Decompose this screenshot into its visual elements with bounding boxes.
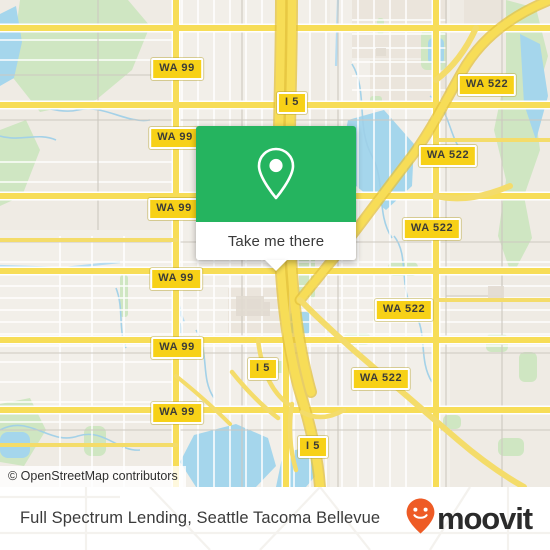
map-canvas[interactable]: WA 99 I 5 WA 522 WA 99 WA 522 WA 99 WA 522 WA 9… [0, 0, 550, 487]
map-screenshot-root: WA 99 I 5 WA 522 WA 99 WA 522 WA 99 WA 522 WA 9… [0, 0, 550, 550]
road-shield: WA 522 [418, 145, 478, 167]
road-shield: WA 99 [148, 198, 200, 220]
road-shield: WA 522 [374, 299, 434, 321]
card-pointer-tail [265, 260, 287, 271]
take-me-there-label: Take me there [227, 232, 325, 250]
road-shield: WA 99 [151, 337, 203, 359]
moovit-pin-smiley-icon [405, 497, 436, 540]
page-title: Full Spectrum Lending, Seattle Tacoma Be… [20, 509, 381, 527]
moovit-brand[interactable]: moovit [405, 497, 533, 540]
card-accent-panel [196, 126, 356, 222]
road-shield: WA 99 [151, 402, 203, 424]
road-shield: WA 99 [151, 58, 203, 80]
road-shield: WA 522 [402, 218, 462, 240]
road-shield: WA 99 [149, 127, 201, 149]
take-me-there-card[interactable]: Take me there [196, 126, 356, 271]
road-shield: I 5 [247, 358, 279, 380]
road-shield: I 5 [297, 436, 329, 458]
road-shield: WA 99 [150, 268, 202, 290]
map-attribution[interactable]: © OpenStreetMap contributors [0, 466, 186, 487]
footer-bar: Full Spectrum Lending, Seattle Tacoma Be… [0, 487, 550, 550]
location-pin-icon [254, 146, 298, 202]
road-shield: WA 522 [457, 74, 517, 96]
card-action-row[interactable]: Take me there [196, 222, 356, 271]
road-shield: WA 522 [351, 368, 411, 390]
moovit-wordmark: moovit [436, 501, 533, 536]
road-shield: I 5 [276, 92, 308, 114]
